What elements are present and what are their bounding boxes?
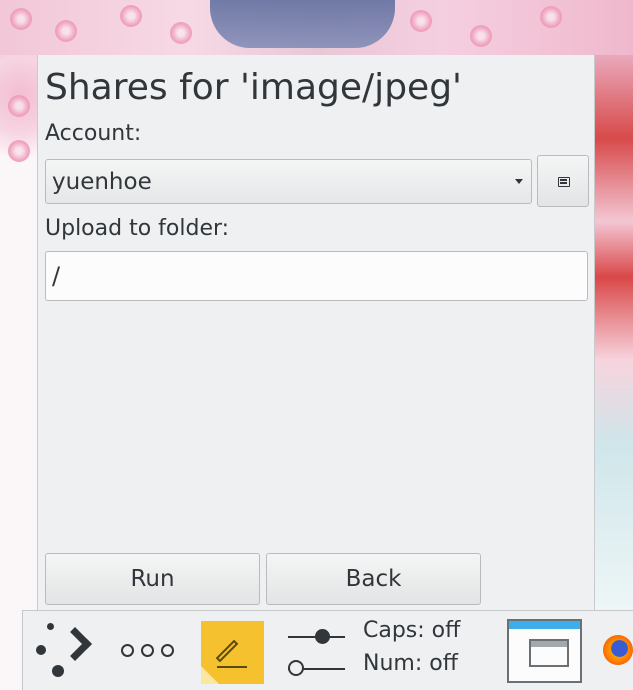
keyboard-indicator-icon xyxy=(288,623,348,683)
configure-accounts-button[interactable] xyxy=(537,155,589,207)
flower-decoration xyxy=(540,6,562,28)
wallpaper-right xyxy=(593,55,633,610)
account-label: Account: xyxy=(45,121,142,146)
caps-lock-status: Caps: off xyxy=(363,618,461,643)
flower-decoration xyxy=(10,8,32,30)
flower-decoration xyxy=(8,140,30,162)
dialog-title: Shares for 'image/jpeg' xyxy=(45,67,462,108)
flower-decoration xyxy=(470,25,492,47)
firefox-icon[interactable] xyxy=(603,635,633,665)
run-button[interactable]: Run xyxy=(45,553,260,605)
dropdown-arrow-icon xyxy=(515,179,523,184)
account-combobox[interactable]: yuenhoe xyxy=(45,159,532,204)
account-value: yuenhoe xyxy=(52,169,152,195)
sticky-note-icon[interactable] xyxy=(201,621,264,684)
settings-list-icon xyxy=(558,177,570,187)
shares-dialog: Shares for 'image/jpeg' Account: yuenhoe… xyxy=(37,55,595,610)
show-desktop-icon[interactable] xyxy=(507,619,582,683)
more-dots-icon[interactable] xyxy=(121,643,177,659)
flower-decoration xyxy=(170,22,192,44)
taskbar-panel: Caps: off Num: off xyxy=(22,610,633,690)
num-lock-status: Num: off xyxy=(363,651,458,676)
flower-decoration xyxy=(120,5,142,27)
folder-value: / xyxy=(52,262,61,290)
flower-decoration xyxy=(410,10,432,32)
back-button[interactable]: Back xyxy=(266,553,481,605)
application-launcher-icon[interactable] xyxy=(35,619,95,683)
wallpaper-left xyxy=(0,55,40,185)
flower-decoration xyxy=(55,20,77,42)
flower-decoration xyxy=(8,95,30,117)
folder-input[interactable]: / xyxy=(45,251,588,301)
wallpaper-top xyxy=(0,0,633,60)
folder-label: Upload to folder: xyxy=(45,216,230,241)
